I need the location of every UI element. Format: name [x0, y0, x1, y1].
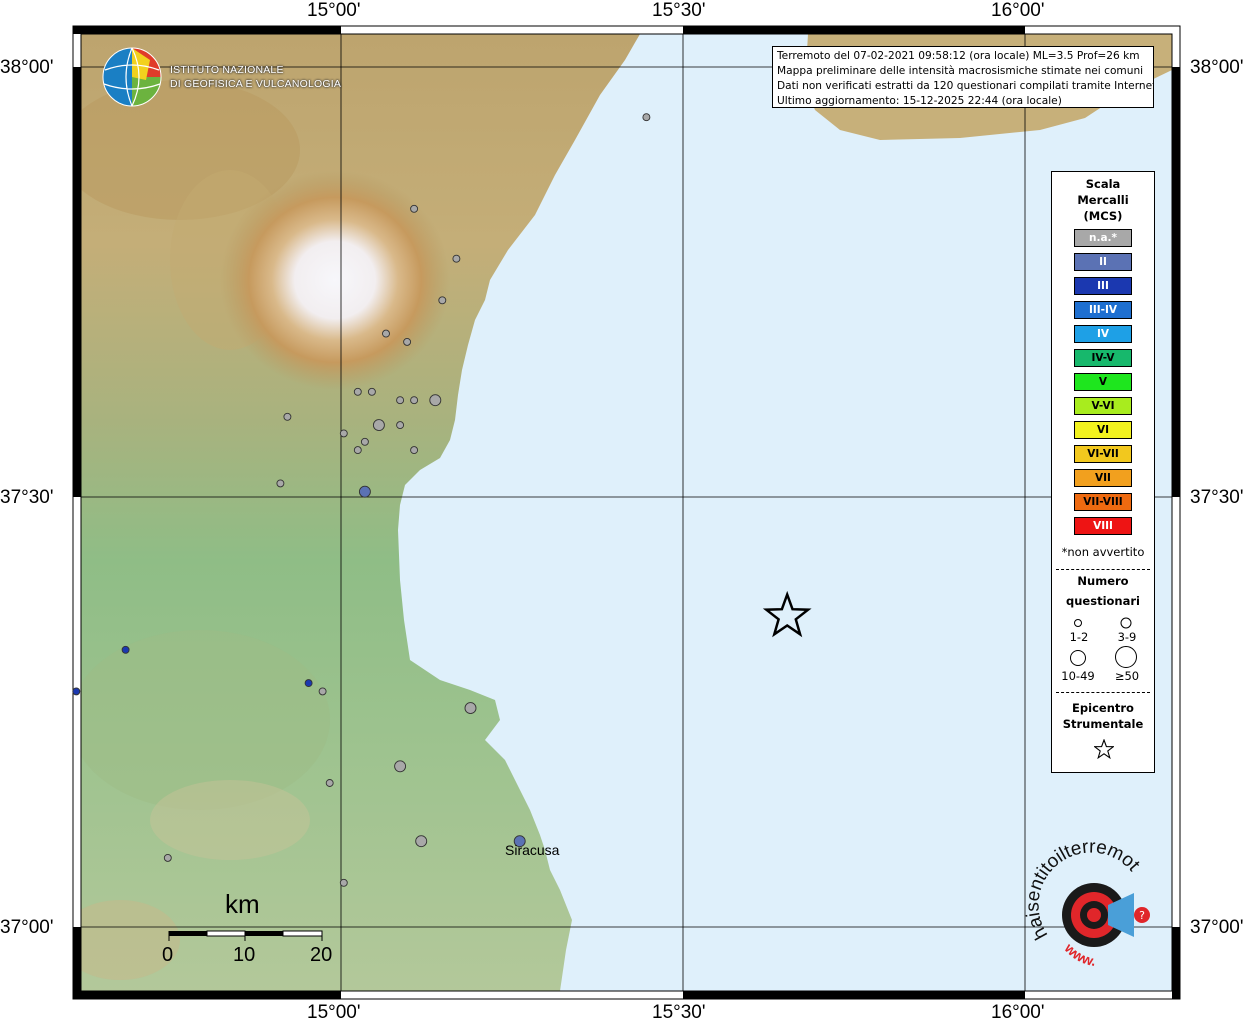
intensity-point [403, 337, 412, 346]
legend-swatch-ii: II [1074, 253, 1132, 271]
ingv-logo-icon [102, 47, 162, 107]
intensity-point [372, 419, 385, 432]
intensity-point [339, 878, 348, 887]
intensity-point [429, 394, 442, 407]
legend-swatch-viiviii: VII-VIII [1074, 493, 1132, 511]
epicenter-title-line2: Strumentale [1062, 717, 1144, 731]
svg-text:?: ? [1139, 909, 1145, 922]
intensity-point [163, 853, 172, 862]
lon-label-top-2: 15°30' [652, 0, 706, 21]
intensity-point [415, 835, 428, 848]
intensity-point [382, 329, 390, 338]
etna-volcano [220, 170, 450, 390]
lat-label-left-2: 37°30' [0, 487, 54, 508]
intensity-point [325, 779, 334, 787]
intensity-point [360, 437, 369, 446]
count-title-line2: questionari [1066, 594, 1140, 608]
intensity-point [121, 645, 130, 654]
legend-swatch-vii: VII [1074, 469, 1132, 487]
intensity-point [410, 204, 419, 213]
legend-title: Scala Mercalli (MCS) [1052, 176, 1154, 224]
ingv-name-line1: ISTITUTO NAZIONALE [170, 64, 284, 76]
event-info-line1: Terremoto del 07-02-2021 09:58:12 (ora l… [777, 50, 1140, 62]
count-title-line1: Numero [1077, 574, 1129, 588]
lon-label-top-1: 15°00' [307, 0, 361, 21]
count-label-3-9: 3-9 [1117, 630, 1137, 644]
lon-label-bottom-1: 15°00' [307, 1002, 361, 1023]
not-felt-note: *non avvertito [1061, 545, 1145, 559]
ingv-name-line2: DI GEOFISICA E VULCANOLOGIA [170, 78, 342, 90]
intensity-point [464, 702, 477, 715]
legend-swatch-vivii: VI-VII [1074, 445, 1132, 463]
intensity-point [358, 485, 371, 498]
event-info-line2: Mappa preliminare delle intensità macros… [777, 65, 1144, 77]
legend-title-line1: Scala [1085, 177, 1121, 191]
intensity-point [353, 387, 362, 396]
legend-swatch-v: V [1074, 373, 1132, 391]
legend-title-line3: (MCS) [1083, 209, 1123, 223]
intensity-point [410, 396, 419, 405]
legend-swatch-iiiiv: III-IV [1074, 301, 1132, 319]
intensity-point [396, 396, 405, 405]
lat-label-right-2: 37°30' [1190, 487, 1244, 508]
legend-swatch-iii: III [1074, 277, 1132, 295]
lat-label-right-1: 38°00' [1190, 57, 1244, 78]
lon-label-top-3: 16°00' [991, 0, 1045, 21]
intensity-point [394, 760, 407, 773]
count-label-50: ≥50 [1114, 669, 1140, 683]
count-label-10-49: 10-49 [1061, 669, 1095, 683]
legend-divider-2 [1056, 692, 1150, 693]
count-symbol-50 [1115, 646, 1137, 668]
count-symbol-1-2 [1074, 619, 1082, 627]
intensity-point [339, 429, 348, 438]
legend-swatch-viii: VIII [1074, 517, 1132, 535]
intensity-point [410, 446, 419, 455]
lat-label-left-1: 38°00' [0, 57, 54, 78]
event-info-line4: Ultimo aggiornamento: 15-12-2025 22:44 (… [777, 95, 1062, 107]
intensity-point [353, 446, 362, 455]
legend-swatch-iv: IV [1074, 325, 1132, 343]
city-label-siracusa: Siracusa [505, 842, 560, 858]
event-info-box: Terremoto del 07-02-2021 09:58:12 (ora l… [772, 46, 1154, 108]
scale-unit: km [225, 889, 260, 919]
count-symbol-3-9 [1120, 617, 1132, 629]
event-info-line3: Dati non verificati estratti da 120 ques… [777, 80, 1154, 92]
legend-swatch-na: n.a.* [1074, 229, 1132, 247]
intensity-point [642, 113, 651, 122]
scale-label-20: 20 [310, 944, 333, 966]
epicenter-title-line1: Epicentro [1072, 701, 1134, 715]
legend-swatch-vvi: V-VI [1074, 397, 1132, 415]
intensity-point [318, 687, 327, 696]
mcs-legend: Scala Mercalli (MCS) n.a.* II III III-IV IV I… [1051, 171, 1155, 773]
count-label-1-2: 1-2 [1069, 630, 1089, 644]
legend-divider-1 [1056, 569, 1150, 570]
intensity-point [452, 254, 461, 263]
scale-label-10: 10 [233, 944, 256, 966]
relief-south [150, 780, 310, 860]
legend-swatch-vi: VI [1074, 421, 1132, 439]
legend-title-line2: Mercalli [1077, 193, 1129, 207]
intensity-point [438, 296, 447, 305]
intensity-point [396, 421, 405, 430]
legend-swatch-ivv: IV-V [1074, 349, 1132, 367]
lon-label-bottom-2: 15°30' [652, 1002, 706, 1023]
intensity-point [276, 479, 285, 488]
lon-label-bottom-3: 16°00' [991, 1002, 1045, 1023]
intensity-point [304, 679, 313, 688]
intensity-point [72, 687, 81, 696]
count-symbol-10-49 [1070, 650, 1086, 666]
lat-label-left-3: 37°00' [0, 917, 54, 938]
intensity-point [283, 412, 292, 421]
scale-label-0: 0 [162, 944, 174, 966]
lat-label-right-3: 37°00' [1190, 917, 1244, 938]
epicenter-legend-star-icon [1094, 739, 1114, 759]
intensity-point [367, 387, 376, 396]
